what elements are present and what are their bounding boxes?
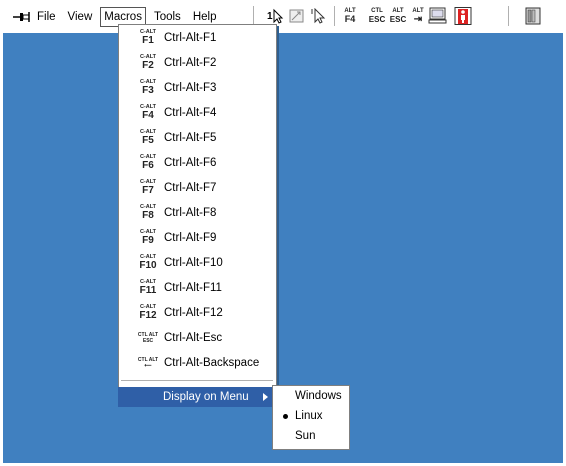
submenu-item-sun[interactable]: Sun [273, 426, 349, 446]
ctl-esc-icon[interactable]: CTL ESC [368, 7, 386, 25]
key-backspace-icon: CTL ALT ⟵ [137, 356, 159, 369]
alt-f4-icon[interactable]: ALT F4 [342, 7, 358, 25]
submenu-item-label: Linux [295, 410, 323, 422]
macros-dropdown-menu: C-ALT F1 Ctrl-Alt-F1 C-ALT F2 Ctrl-Alt-F2 … [118, 24, 277, 389]
macro-ctrl-alt-f5[interactable]: C-ALT F5 Ctrl-Alt-F5 [119, 125, 276, 150]
key-f7-icon: C-ALT F7 [139, 179, 157, 196]
display-on-menu-submenu: Windows Linux Sun [272, 385, 350, 450]
alt-esc-icon[interactable]: ALT ESC [389, 7, 407, 25]
menu-item-label: Ctrl-Alt-F11 [164, 281, 222, 294]
key-f8-icon: C-ALT F8 [139, 204, 157, 221]
macro-ctrl-alt-f6[interactable]: C-ALT F6 Ctrl-Alt-F6 [119, 150, 276, 175]
key-f11-icon: C-ALT F11 [139, 279, 157, 296]
menu-item-label: Ctrl-Alt-Backspace [164, 356, 260, 369]
macro-ctrl-alt-f12[interactable]: C-ALT F12 Ctrl-Alt-F12 [119, 300, 276, 325]
menu-separator [121, 380, 273, 381]
key-f9-icon: C-ALT F9 [139, 229, 157, 246]
single-cursor-icon[interactable]: 1 [266, 7, 284, 25]
toolbar-separator [334, 6, 335, 26]
key-f12-icon: C-ALT F12 [139, 304, 157, 321]
display-on-menu-label: Display on Menu [163, 391, 249, 403]
key-f1-icon: C-ALT F1 [139, 29, 157, 46]
submenu-item-label: Windows [295, 390, 342, 402]
toolbar-separator [253, 6, 254, 26]
submenu-item-linux[interactable]: Linux [273, 406, 349, 426]
radio-bullet-icon [283, 413, 288, 419]
macro-ctrl-alt-f4[interactable]: C-ALT F4 Ctrl-Alt-F4 [119, 100, 276, 125]
menu-view[interactable]: View [64, 7, 97, 27]
menu-item-label: Ctrl-Alt-F10 [164, 256, 223, 269]
macro-ctrl-alt-backspace[interactable]: CTL ALT ⟵ Ctrl-Alt-Backspace [119, 350, 276, 375]
key-f5-icon: C-ALT F5 [139, 129, 157, 146]
menu-item-label: Ctrl-Alt-F6 [164, 156, 217, 169]
submenu-item-windows[interactable]: Windows [273, 386, 349, 406]
key-f2-icon: C-ALT F2 [139, 54, 157, 71]
alt-tab-icon[interactable]: ALT ⇥ [410, 7, 426, 25]
macro-ctrl-alt-esc[interactable]: CTL ALT ESC Ctrl-Alt-Esc [119, 325, 276, 350]
menu-file[interactable]: File [33, 7, 60, 27]
menu-item-label: Ctrl-Alt-Esc [164, 331, 223, 344]
macro-ctrl-alt-f2[interactable]: C-ALT F2 Ctrl-Alt-F2 [119, 50, 276, 75]
key-f3-icon: C-ALT F3 [139, 79, 157, 96]
menu-item-label: Ctrl-Alt-F8 [164, 206, 217, 219]
macro-ctrl-alt-f7[interactable]: C-ALT F7 Ctrl-Alt-F7 [119, 175, 276, 200]
display-on-menu-item[interactable]: Display on Menu [118, 387, 276, 407]
menu-item-label: Ctrl-Alt-F9 [164, 231, 217, 244]
key-esc-icon: CTL ALT ESC [137, 331, 159, 344]
menu-item-label: Ctrl-Alt-F5 [164, 131, 217, 144]
cursor-icon[interactable] [310, 7, 328, 25]
macro-ctrl-alt-f10[interactable]: C-ALT F10 Ctrl-Alt-F10 [119, 250, 276, 275]
key-f6-icon: C-ALT F6 [139, 154, 157, 171]
menu-item-label: Ctrl-Alt-F12 [164, 306, 223, 319]
toolbar-separator [508, 6, 509, 26]
computer-icon[interactable] [427, 7, 449, 25]
menu-item-label: Ctrl-Alt-F7 [164, 181, 217, 194]
panel-icon[interactable] [523, 7, 543, 25]
key-f10-icon: C-ALT F10 [139, 254, 157, 271]
svg-text:1: 1 [267, 11, 273, 22]
macro-ctrl-alt-f9[interactable]: C-ALT F9 Ctrl-Alt-F9 [119, 225, 276, 250]
menu-item-label: Ctrl-Alt-F2 [164, 56, 217, 69]
macro-ctrl-alt-f11[interactable]: C-ALT F11 Ctrl-Alt-F11 [119, 275, 276, 300]
menu-item-label: Ctrl-Alt-F3 [164, 81, 217, 94]
key-f4-icon: C-ALT F4 [139, 104, 157, 121]
pin-icon[interactable] [11, 8, 33, 26]
macro-ctrl-alt-f8[interactable]: C-ALT F8 Ctrl-Alt-F8 [119, 200, 276, 225]
menu-item-label: Ctrl-Alt-F4 [164, 106, 217, 119]
submenu-item-label: Sun [295, 430, 316, 442]
macro-ctrl-alt-f3[interactable]: C-ALT F3 Ctrl-Alt-F3 [119, 75, 276, 100]
exit-person-icon[interactable] [452, 7, 474, 25]
macro-ctrl-alt-f1[interactable]: C-ALT F1 Ctrl-Alt-F1 [119, 25, 276, 50]
submenu-arrow-icon [263, 393, 268, 401]
scale-icon[interactable] [288, 7, 306, 25]
menu-item-label: Ctrl-Alt-F1 [164, 31, 217, 44]
